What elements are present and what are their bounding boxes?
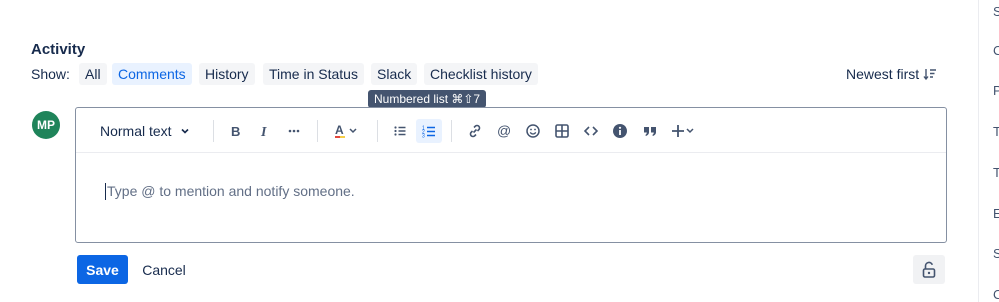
filter-all[interactable]: All bbox=[79, 63, 107, 85]
info-panel-icon[interactable] bbox=[607, 119, 633, 143]
numbered-list-icon[interactable]: 123 bbox=[416, 119, 442, 143]
right-panel-label: T bbox=[993, 124, 999, 139]
show-label: Show: bbox=[31, 66, 70, 82]
svg-text:3: 3 bbox=[422, 134, 425, 139]
right-panel-label: E bbox=[993, 206, 999, 221]
cancel-button[interactable]: Cancel bbox=[134, 255, 194, 284]
more-formatting-icon[interactable] bbox=[281, 119, 307, 143]
text-style-dropdown[interactable]: Normal text bbox=[100, 119, 190, 143]
save-button[interactable]: Save bbox=[77, 255, 128, 284]
right-panel-label: S bbox=[993, 4, 999, 19]
sort-descending-icon bbox=[923, 67, 937, 81]
filter-history[interactable]: History bbox=[199, 63, 255, 85]
toolbar-divider bbox=[451, 120, 452, 142]
toolbar-divider bbox=[377, 120, 378, 142]
text-color-icon[interactable]: A bbox=[331, 119, 365, 143]
avatar: MP bbox=[32, 111, 60, 139]
right-panel-strip: S C P T T E S C bbox=[978, 0, 999, 302]
text-cursor bbox=[105, 183, 106, 200]
svg-text:I: I bbox=[260, 125, 267, 138]
activity-title: Activity bbox=[31, 41, 86, 58]
right-panel-label: P bbox=[993, 83, 999, 98]
sort-label: Newest first bbox=[846, 66, 920, 82]
right-panel-label: S bbox=[993, 246, 999, 261]
filter-checklist-history[interactable]: Checklist history bbox=[424, 63, 538, 85]
editor-placeholder[interactable]: Type @ to mention and notify someone. bbox=[107, 183, 355, 199]
toolbar-divider bbox=[213, 120, 214, 142]
right-panel-label: T bbox=[993, 165, 999, 180]
emoji-icon[interactable] bbox=[520, 119, 546, 143]
restrict-visibility-button[interactable] bbox=[913, 255, 945, 284]
quote-icon[interactable] bbox=[637, 119, 663, 143]
right-panel-label: C bbox=[993, 287, 999, 302]
svg-text:B: B bbox=[231, 124, 240, 138]
bullet-list-icon[interactable] bbox=[387, 119, 413, 143]
link-icon[interactable] bbox=[462, 119, 488, 143]
filter-time-in-status[interactable]: Time in Status bbox=[263, 63, 364, 85]
insert-more-icon[interactable] bbox=[668, 119, 702, 143]
unlock-icon bbox=[921, 261, 937, 279]
sort-order-button[interactable]: Newest first bbox=[846, 66, 937, 82]
svg-text:@: @ bbox=[497, 123, 511, 139]
right-panel-label: C bbox=[993, 43, 999, 58]
text-style-label: Normal text bbox=[100, 123, 172, 139]
filter-comments[interactable]: Comments bbox=[112, 63, 192, 85]
numbered-list-tooltip: Numbered list ⌘⇧7 bbox=[368, 90, 487, 108]
toolbar-bottom-border bbox=[76, 152, 946, 153]
code-icon[interactable] bbox=[578, 119, 604, 143]
filter-slack[interactable]: Slack bbox=[371, 63, 418, 85]
table-icon[interactable] bbox=[549, 119, 575, 143]
bold-icon[interactable]: B bbox=[223, 119, 249, 143]
svg-text:A: A bbox=[335, 123, 344, 137]
italic-icon[interactable]: I bbox=[252, 119, 278, 143]
toolbar-divider bbox=[317, 120, 318, 142]
comment-editor[interactable]: Normal text B I A 123 @ Type @ to mentio… bbox=[75, 107, 947, 243]
mention-icon[interactable]: @ bbox=[491, 119, 517, 143]
chevron-down-icon bbox=[180, 126, 190, 136]
